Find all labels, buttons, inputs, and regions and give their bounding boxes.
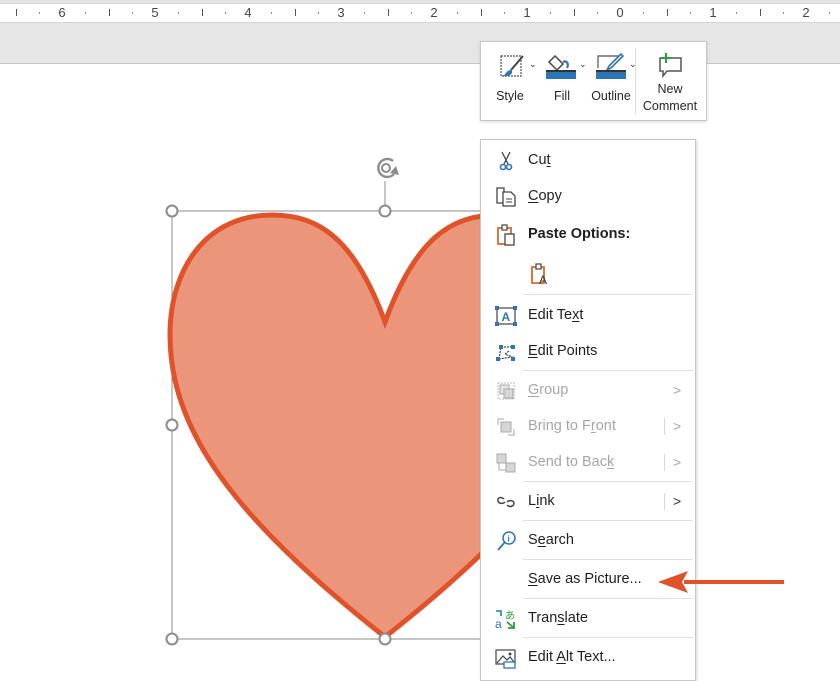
outline-label: Outline (591, 89, 631, 103)
menu-item-group[interactable]: Group > (481, 372, 695, 408)
menu-item-label: Edit Text (528, 307, 584, 323)
search-icon: i (495, 530, 517, 552)
menu-item-label: Translate (528, 610, 588, 626)
chevron-right-icon[interactable]: > (673, 493, 681, 509)
edit-points-icon (495, 341, 517, 363)
menu-item-edit-text[interactable]: A Edit Text (481, 297, 695, 333)
new-comment-button[interactable]: New Comment (637, 42, 703, 120)
style-label: Style (496, 89, 524, 103)
translate-icon: aあ (495, 608, 517, 631)
menu-separator (523, 370, 693, 371)
paste-icon (495, 224, 517, 246)
toolbar-separator (635, 48, 636, 114)
menu-separator (523, 598, 693, 599)
menu-item-copy[interactable]: Copy (481, 178, 695, 214)
menu-item-label: Bring to Front (528, 418, 616, 434)
menu-item-link[interactable]: Link > (481, 483, 695, 519)
link-icon (495, 491, 517, 513)
split-separator (664, 454, 665, 471)
chevron-down-icon[interactable]: ⌄ (579, 59, 587, 70)
split-separator (664, 493, 665, 510)
svg-text:A: A (502, 310, 511, 324)
menu-separator (523, 559, 693, 560)
menu-item-label: Copy (528, 188, 562, 204)
menu-item-label: Send to Back (528, 454, 615, 470)
alt-text-icon (495, 647, 517, 669)
menu-separator (523, 520, 693, 521)
edit-text-icon: A (495, 305, 517, 327)
paint-bucket-icon (546, 54, 576, 79)
chevron-down-icon[interactable]: ⌄ (529, 59, 537, 70)
chevron-right-icon[interactable]: > (673, 382, 681, 398)
new-comment-label: New Comment (642, 82, 698, 113)
fill-button[interactable]: ⌄ Fill (539, 42, 587, 120)
menu-separator (523, 294, 693, 295)
fill-label: Fill (554, 89, 570, 103)
group-icon (495, 380, 517, 402)
bring-to-front-icon (495, 416, 517, 438)
resize-handle-left[interactable] (165, 418, 179, 432)
menu-item-search[interactable]: i Search (481, 522, 695, 558)
menu-item-label: Search (528, 532, 574, 548)
svg-text:A: A (539, 273, 547, 285)
resize-handle-top-left[interactable] (165, 204, 179, 218)
menu-item-label: Edit Points (528, 343, 598, 359)
menu-item-edit-points[interactable]: Edit Points (481, 333, 695, 369)
menu-item-label: Cut (528, 152, 551, 168)
menu-item-bring-to-front[interactable]: Bring to Front > (481, 408, 695, 444)
resize-handle-bottom[interactable] (378, 632, 392, 646)
shape-layer (165, 157, 603, 646)
menu-separator (523, 637, 693, 638)
rotate-handle-icon[interactable] (377, 157, 399, 179)
scissors-icon (495, 150, 517, 172)
context-menu: Cut Copy Paste Options: A A Edit Text Edit Poi… (480, 139, 696, 681)
split-separator (664, 418, 665, 435)
svg-text:a: a (495, 617, 502, 630)
outline-button[interactable]: ⌄ Outline (587, 42, 637, 120)
paste-text-only-icon: A (529, 263, 551, 287)
menu-item-paste-keep-text-only[interactable]: A (481, 255, 695, 291)
svg-text:あ: あ (505, 610, 515, 622)
chevron-right-icon[interactable]: > (673, 418, 681, 434)
svg-text:i: i (508, 535, 510, 544)
mini-toolbar: ⌄ Style ⌄ Fill ⌄ Outline New Comment (480, 41, 707, 121)
send-to-back-icon (495, 452, 517, 474)
resize-handle-bottom-left[interactable] (165, 632, 179, 646)
menu-item-label: Save as Picture... (528, 571, 642, 587)
menu-item-label: Paste Options: (528, 226, 631, 242)
menu-separator (523, 481, 693, 482)
annotation-arrow (658, 571, 784, 593)
shape-outline-icon (596, 52, 626, 79)
menu-item-edit-alt-text[interactable]: Edit Alt Text... (481, 639, 695, 675)
new-comment-icon (659, 53, 682, 78)
menu-item-cut[interactable]: Cut (481, 142, 695, 178)
shape-style-icon (500, 55, 524, 77)
menu-item-label: Link (528, 493, 555, 509)
menu-item-paste-options[interactable]: Paste Options: (481, 216, 695, 252)
menu-item-label: Edit Alt Text... (528, 649, 616, 665)
menu-item-label: Group (528, 382, 569, 398)
chevron-right-icon[interactable]: > (673, 454, 681, 470)
resize-handle-top[interactable] (378, 204, 392, 218)
menu-item-translate[interactable]: a あ Translate (481, 600, 695, 636)
menu-item-send-to-back[interactable]: Send to Back > (481, 444, 695, 480)
copy-icon (495, 186, 517, 208)
style-button[interactable]: ⌄ Style (487, 42, 537, 120)
